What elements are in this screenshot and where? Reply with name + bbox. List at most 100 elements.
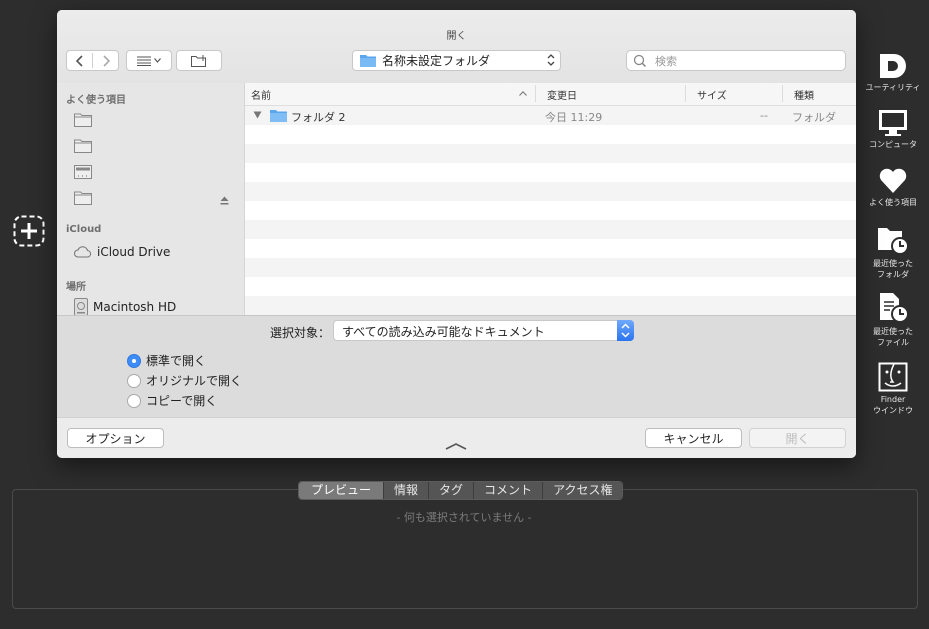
favorites-shortcut[interactable]: よく使う項目 <box>858 167 928 208</box>
radio-button[interactable] <box>127 393 141 408</box>
radio-label: オリジナルで開く <box>146 374 243 388</box>
finder-icon <box>878 362 908 392</box>
empty-row <box>245 125 856 144</box>
new-folder-icon <box>190 54 206 67</box>
folder-icon <box>74 191 92 205</box>
search-placeholder: 検索 <box>655 54 677 68</box>
finder-label-1: Finder <box>880 395 906 404</box>
sidebar-item-icloud-drive[interactable]: iCloud Drive <box>74 242 170 262</box>
recent-files-label-1: 最近使った <box>873 327 913 336</box>
desktop-icon <box>74 165 92 179</box>
computer-label: コンピュータ <box>869 140 917 149</box>
radio-button-selected[interactable] <box>127 353 141 368</box>
radio-open-original[interactable]: オリジナルで開く <box>127 372 242 389</box>
new-folder-button[interactable] <box>176 50 222 71</box>
sidebar-item-favorite-2[interactable] <box>74 136 92 156</box>
empty-row <box>245 239 856 258</box>
folder-icon <box>74 139 92 153</box>
empty-row <box>245 201 856 220</box>
disclosure-triangle-icon[interactable] <box>253 111 262 119</box>
hard-drive-icon <box>74 298 88 316</box>
sidebar-item-macintosh-hd[interactable]: Macintosh HD <box>74 297 176 317</box>
enable-label: 選択対象： <box>270 326 331 340</box>
recent-file-icon <box>880 293 909 323</box>
tab-info[interactable]: 情報 <box>384 482 430 499</box>
tab-comments[interactable]: コメント <box>474 482 544 499</box>
view-mode-button[interactable] <box>126 50 172 71</box>
empty-row <box>245 182 856 201</box>
radio-open-copy[interactable]: コピーで開く <box>127 392 217 409</box>
icloud-header: iCloud <box>66 224 102 235</box>
column-header-modified[interactable]: 変更日 <box>547 87 577 102</box>
column-divider <box>535 85 536 102</box>
recent-folders-label-1: 最近使った <box>873 259 913 268</box>
eject-icon[interactable] <box>220 190 229 209</box>
computer-shortcut[interactable]: コンピュータ <box>858 109 928 150</box>
radio-open-normal[interactable]: 標準で開く <box>127 352 206 369</box>
row-kind: フォルダ <box>792 111 836 124</box>
tab-permissions[interactable]: アクセス権 <box>543 482 623 499</box>
folder-icon <box>360 55 376 67</box>
open-button[interactable]: 開く <box>749 428 846 448</box>
tab-tags[interactable]: タグ <box>429 482 475 499</box>
cloud-icon <box>74 246 92 258</box>
empty-selection-message: - 何も選択されていません - <box>396 511 532 524</box>
open-dialog: 開く 名称未設定フォルダ 検索 よく使う項目 iCloud iCloud Dri… <box>57 10 856 458</box>
sidebar-item-favorite-1[interactable] <box>74 110 92 130</box>
sidebar-item-favorite-3[interactable] <box>74 162 92 182</box>
locations-header: 場所 <box>66 282 86 293</box>
dialog-title: 開く <box>446 31 467 42</box>
open-options-panel: 選択対象： すべての読み込み可能なドキュメント 標準で開く オリジナルで開く コ… <box>57 315 856 418</box>
recent-files-shortcut[interactable]: 最近使った ファイル <box>858 292 928 348</box>
enable-popup-value: すべての読み込み可能なドキュメント <box>342 325 545 339</box>
collapse-chevron-up-icon[interactable] <box>445 442 467 450</box>
heart-icon <box>879 168 907 193</box>
empty-row <box>245 258 856 277</box>
radio-label: 標準で開く <box>146 354 207 368</box>
list-header: 名前 変更日 サイズ 種類 <box>245 83 856 106</box>
column-header-kind[interactable]: 種類 <box>794 87 814 102</box>
add-icon <box>13 215 45 247</box>
file-list: 名前 変更日 サイズ 種類 フォルダ 2 今日 11:29 -- フォルダ <box>245 83 856 315</box>
up-down-arrows-icon <box>547 54 555 66</box>
radio-button[interactable] <box>127 373 141 388</box>
column-header-name[interactable]: 名前 <box>251 87 271 102</box>
add-source-button[interactable] <box>13 215 45 247</box>
path-popup-label: 名称未設定フォルダ <box>382 54 491 68</box>
cancel-button[interactable]: キャンセル <box>645 428 742 448</box>
chevron-left-icon <box>75 54 83 67</box>
column-header-size[interactable]: サイズ <box>697 87 727 102</box>
utilities-label: ユーティリティ <box>865 83 921 92</box>
back-button[interactable] <box>67 51 92 70</box>
popup-arrows <box>617 320 634 341</box>
utilities-shortcut[interactable]: ユーティリティ <box>858 52 928 93</box>
enable-popup[interactable]: すべての読み込み可能なドキュメント <box>333 320 634 341</box>
finder-window-shortcut[interactable]: Finder ウインドウ <box>858 362 928 416</box>
row-name: フォルダ 2 <box>291 111 346 124</box>
favorites-header: よく使う項目 <box>66 95 126 106</box>
table-row[interactable]: フォルダ 2 今日 11:29 -- フォルダ <box>245 106 856 125</box>
inspector-panel <box>12 489 918 609</box>
finder-label-2: ウインドウ <box>873 406 913 415</box>
sidebar-item-label: Macintosh HD <box>93 300 177 314</box>
row-modified: 今日 11:29 <box>545 111 603 124</box>
recent-folder-icon <box>878 228 909 255</box>
path-popup[interactable]: 名称未設定フォルダ <box>352 50 561 71</box>
row-size: -- <box>760 109 768 122</box>
sidebar-item-label: iCloud Drive <box>97 245 171 259</box>
forward-button[interactable] <box>93 51 118 70</box>
tab-preview[interactable]: プレビュー <box>299 482 385 499</box>
column-divider <box>782 85 783 102</box>
folder-icon <box>270 110 287 122</box>
search-field[interactable]: 検索 <box>626 50 846 71</box>
computer-icon <box>879 110 907 136</box>
utilities-icon <box>880 54 906 78</box>
sidebar-item-favorite-4[interactable] <box>74 188 92 208</box>
options-button[interactable]: オプション <box>67 428 164 448</box>
folder-icon <box>74 113 92 127</box>
favorites-label: よく使う項目 <box>869 198 917 207</box>
empty-row <box>245 220 856 239</box>
dialog-footer: オプション キャンセル 開く <box>57 417 856 458</box>
inspector-tabs: プレビュー 情報 タグ コメント アクセス権 <box>298 481 624 500</box>
recent-folders-shortcut[interactable]: 最近使った フォルダ <box>858 224 928 280</box>
